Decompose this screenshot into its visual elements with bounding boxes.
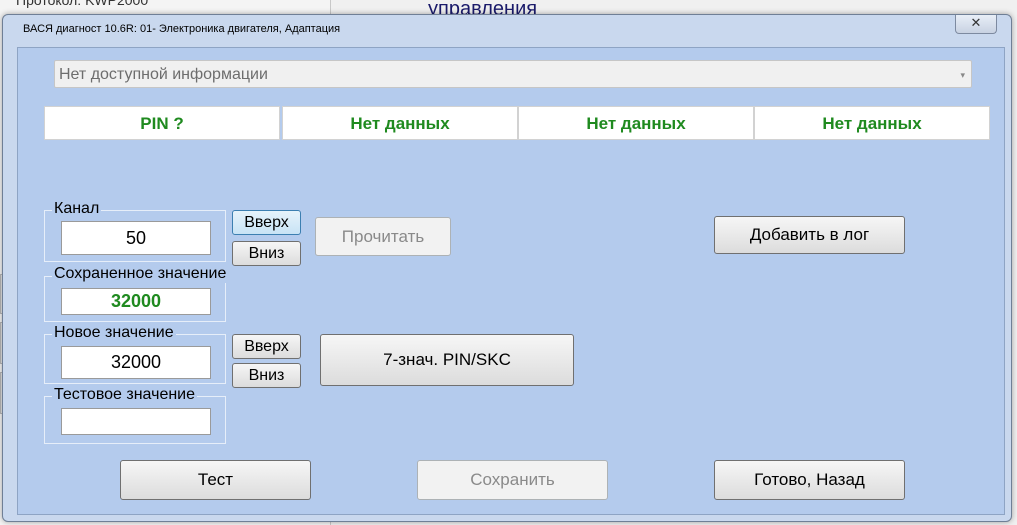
info-cell-2: Нет данных xyxy=(282,106,518,140)
adaptation-dialog: ВАСЯ диагност 10.6R: 01- Электроника дви… xyxy=(2,14,1012,522)
save-button[interactable]: Сохранить xyxy=(417,460,608,500)
channel-input[interactable]: 50 xyxy=(61,221,211,255)
test-value-label: Тестовое значение xyxy=(52,386,198,404)
measuring-block-dropdown[interactable]: Нет доступной информации ▾ xyxy=(54,60,972,88)
new-value-input[interactable]: 32000 xyxy=(61,346,211,379)
close-icon: ✕ xyxy=(970,15,982,30)
info-cell-pin: PIN ? xyxy=(44,106,280,140)
info-cell-3: Нет данных xyxy=(518,106,754,140)
channel-down-button[interactable]: Вниз xyxy=(232,241,301,266)
title-bar[interactable]: ВАСЯ диагност 10.6R: 01- Электроника дви… xyxy=(3,15,1011,43)
saved-value-field: 32000 xyxy=(61,288,211,315)
test-value-input[interactable] xyxy=(61,408,211,435)
pin-skc-button[interactable]: 7-знач. PIN/SKC xyxy=(320,334,574,386)
dialog-client-area: Нет доступной информации ▾ PIN ? Нет дан… xyxy=(17,47,1005,515)
new-value-down-button[interactable]: Вниз xyxy=(232,363,301,388)
add-to-log-button[interactable]: Добавить в лог xyxy=(714,216,905,254)
channel-label: Канал xyxy=(52,200,102,218)
close-button[interactable]: ✕ xyxy=(955,15,997,34)
done-back-button[interactable]: Готово, Назад xyxy=(714,460,905,500)
channel-up-button[interactable]: Вверх xyxy=(232,210,301,235)
saved-value-label: Сохраненное значение xyxy=(52,265,229,283)
dropdown-value: Нет доступной информации xyxy=(59,66,268,83)
background-protocol-text: Протокол: KWP2000 xyxy=(16,0,149,8)
info-cell-4: Нет данных xyxy=(754,106,990,140)
new-value-up-button[interactable]: Вверх xyxy=(232,334,301,359)
test-button[interactable]: Тест xyxy=(120,460,311,500)
chevron-down-icon: ▾ xyxy=(960,70,965,80)
read-button[interactable]: Прочитать xyxy=(315,217,451,256)
window-title: ВАСЯ диагност 10.6R: 01- Электроника дви… xyxy=(23,23,341,35)
new-value-label: Новое значение xyxy=(52,324,176,342)
